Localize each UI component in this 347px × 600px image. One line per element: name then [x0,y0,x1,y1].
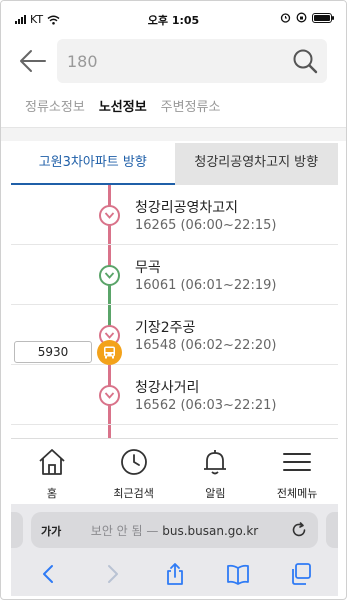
nav-home-label: 홈 [46,487,57,500]
clock-icon [120,449,147,475]
home-icon [39,449,65,475]
security-label: 보안 안 됨 — [90,524,159,538]
stop-marker-icon [99,265,120,286]
status-bar: KT 오후 1:05 [1,1,346,35]
nav-full-menu[interactable]: 전체메뉴 [256,439,338,504]
back-arrow-icon[interactable] [17,45,49,77]
tab-route-info[interactable]: 노선정보 [99,93,147,127]
stop-row[interactable] [11,425,338,438]
search-header [1,35,346,89]
stop-row[interactable]: 청강사거리 16562 (06:03~22:21) [11,365,338,425]
browser-tools [11,556,338,592]
bus-plate-label[interactable]: 5930 [14,341,92,363]
orientation-lock-icon [296,12,307,23]
info-tabs: 정류소정보 노선정보 주변정류소 [1,93,346,127]
menu-icon [283,453,312,471]
stop-name: 청강리공영차고지 [135,200,239,216]
share-icon[interactable] [162,561,188,587]
section-divider [1,127,346,141]
nav-home[interactable]: 홈 [11,439,93,504]
stop-marker-icon [99,205,120,226]
tab-nearby-stops[interactable]: 주변정류소 [161,93,221,127]
stop-row[interactable]: 무곡 16061 (06:01~22:19) [11,245,338,305]
phone-screen: KT 오후 1:05 180 정류소정보 노선정보 주변정류소 고원3차아파트 … [0,0,347,600]
search-icon[interactable] [291,47,319,75]
stop-info: 16562 (06:03~22:21) [135,398,277,413]
search-box [57,39,327,83]
forward-icon[interactable] [99,561,125,587]
bus-icon[interactable] [97,340,122,365]
browser-toolbar: 가가 보안 안 됨 — bus.busan.go.kr [11,504,338,596]
stop-name: 기장2주공 [135,320,196,336]
nav-alerts-label: 알림 [205,487,226,500]
tab-direction-cheonggangri[interactable]: 청강리공영차고지 방향 [174,143,338,185]
nav-alerts[interactable]: 알림 [175,439,257,504]
tabs-icon[interactable] [288,561,314,587]
tab-stop-info[interactable]: 정류소정보 [25,93,85,127]
tab-direction-gowon[interactable]: 고원3차아파트 방향 [11,143,175,185]
nav-recent-search-label: 최근검색 [113,487,154,500]
stop-name: 청강사거리 [135,380,200,396]
alarm-icon [280,13,291,23]
next-tab-peek[interactable] [326,512,338,548]
bottom-nav: 홈 최근검색 알림 전체메뉴 [11,438,338,504]
bookmarks-icon[interactable] [225,561,251,587]
stop-row[interactable]: 청강리공영차고지 16265 (06:00~22:15) [11,185,338,245]
battery-icon [312,12,334,23]
stop-list: 청강리공영차고지 16265 (06:00~22:15) 무곡 16061 (0… [11,185,338,438]
nav-recent-search[interactable]: 최근검색 [93,439,175,504]
bell-icon [204,450,227,475]
search-input[interactable] [67,49,277,73]
reload-icon[interactable] [290,521,308,539]
stop-name: 무곡 [135,260,161,276]
nav-full-menu-label: 전체메뉴 [276,487,318,500]
stop-info: 16061 (06:01~22:19) [135,278,277,293]
stop-marker-icon [99,385,120,406]
stop-info: 16265 (06:00~22:15) [135,218,277,233]
stop-info: 16548 (06:02~22:20) [135,338,277,353]
address-text: 보안 안 됨 — bus.busan.go.kr [31,522,318,539]
address-bar[interactable]: 가가 보안 안 됨 — bus.busan.go.kr [31,512,318,548]
back-icon[interactable] [36,561,62,587]
direction-tabs: 고원3차아파트 방향 청강리공영차고지 방향 [11,143,338,185]
domain-label: bus.busan.go.kr [162,524,259,538]
previous-tab-peek[interactable] [11,512,23,548]
